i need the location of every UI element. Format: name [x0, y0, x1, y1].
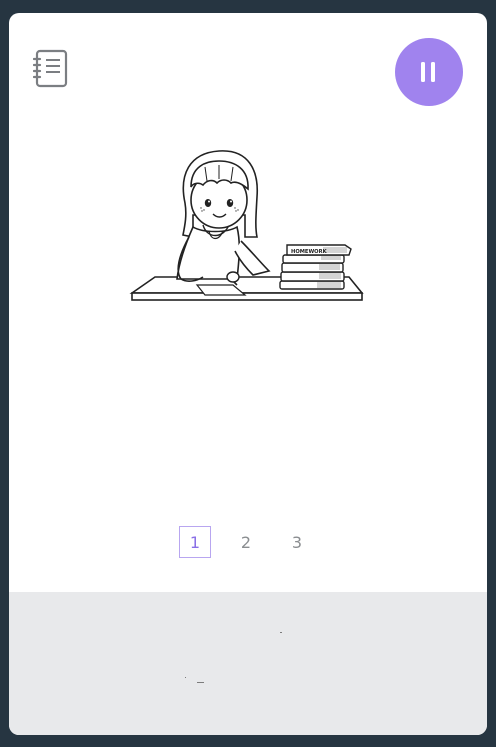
story-card: HOMEWORK 1 2 3 [9, 13, 487, 735]
girl-doing-homework-illustration: HOMEWORK [129, 150, 364, 301]
answer-panel [9, 592, 487, 735]
page-2-button[interactable]: 2 [230, 526, 262, 558]
speck-mark [185, 677, 186, 678]
notes-button[interactable] [32, 49, 69, 89]
page-1-button[interactable]: 1 [179, 526, 211, 558]
page-3-button[interactable]: 3 [281, 526, 313, 558]
speck-mark [280, 632, 282, 633]
homework-books: HOMEWORK [279, 244, 352, 290]
speck-mark [197, 682, 204, 683]
page-pagination: 1 2 3 [179, 525, 332, 559]
pause-button[interactable] [395, 38, 463, 106]
homework-book-label: HOMEWORK [291, 249, 328, 255]
notebook-icon [32, 49, 68, 88]
pause-icon [421, 62, 435, 82]
